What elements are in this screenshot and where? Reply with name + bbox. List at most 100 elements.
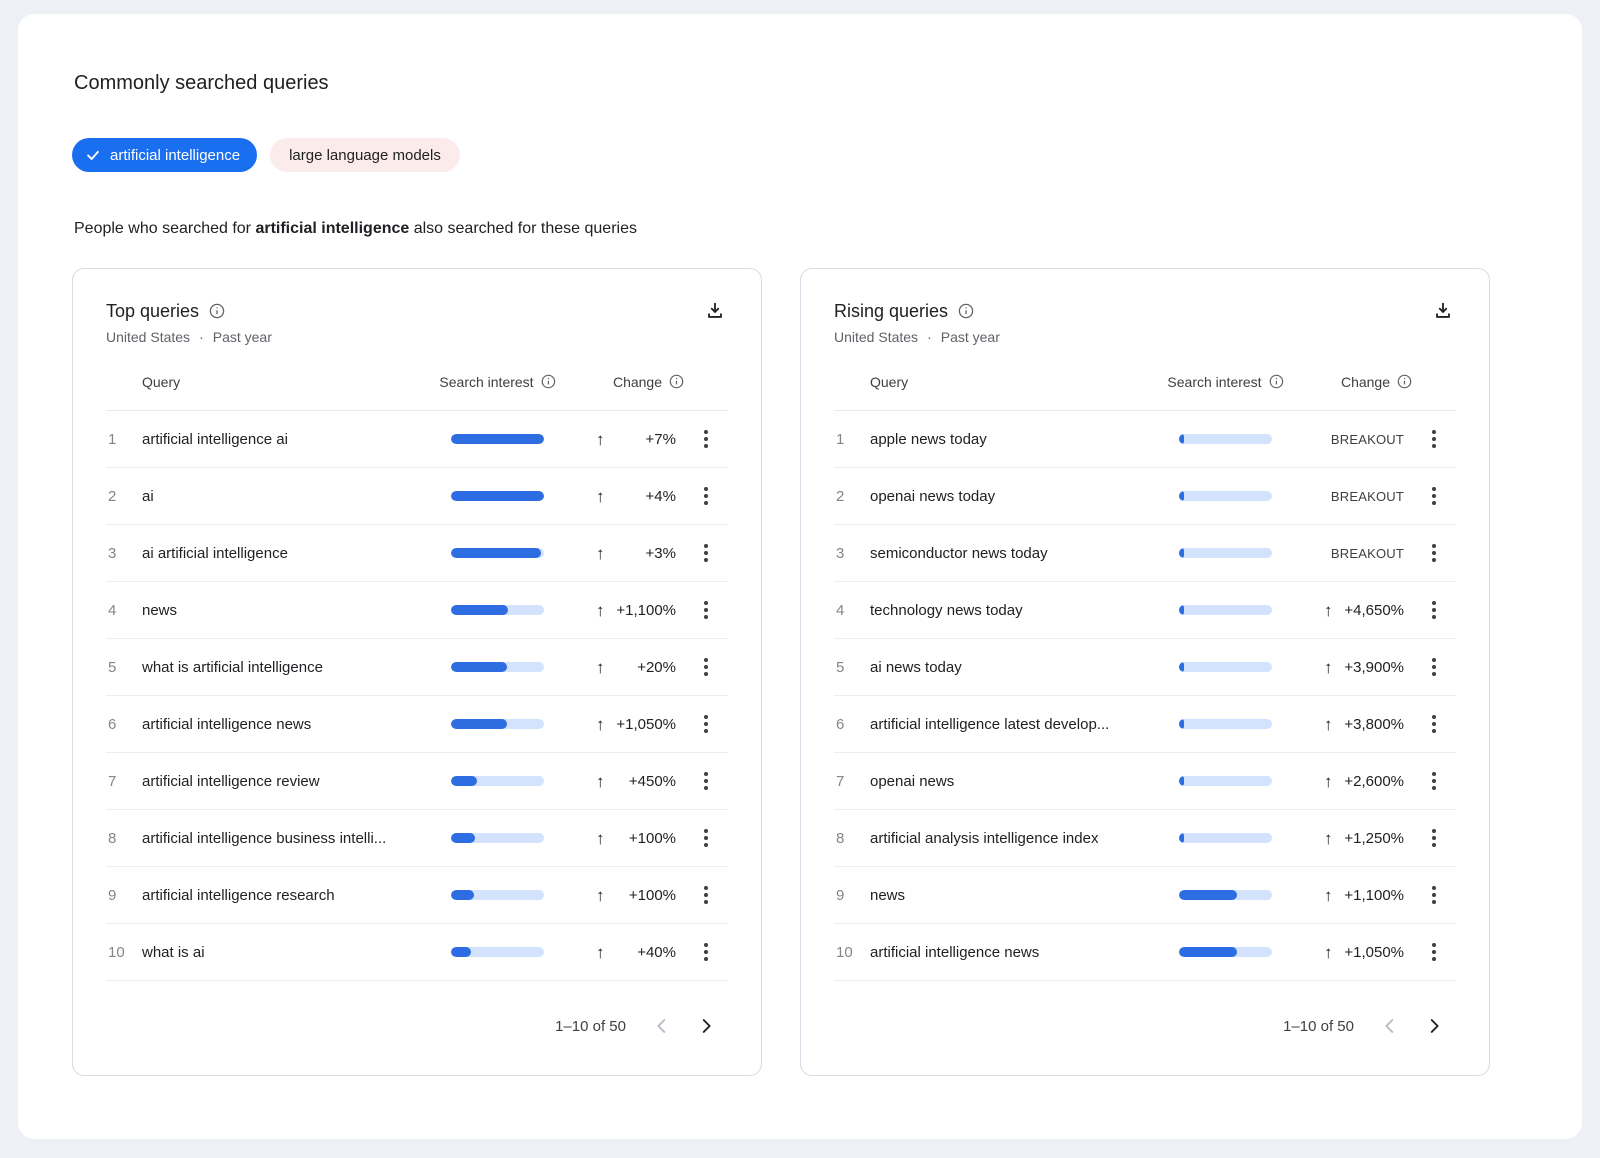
row-change: ↑+3% <box>544 525 684 581</box>
search-interest-bar <box>451 947 544 957</box>
table-row: 3 ai artificial intelligence ↑+3% <box>106 525 728 582</box>
row-menu-button[interactable] <box>686 761 726 801</box>
row-menu-button[interactable] <box>686 875 726 915</box>
row-query[interactable]: ai news today <box>870 659 1179 676</box>
check-icon <box>85 147 101 163</box>
row-menu-button[interactable] <box>686 818 726 858</box>
row-query[interactable]: openai news <box>870 773 1179 790</box>
row-rank: 8 <box>106 830 142 847</box>
table-row: 9 news ↑+1,100% <box>834 867 1456 924</box>
row-change: ↑+100% <box>544 810 684 866</box>
row-change: ↑+4,650% <box>1272 582 1412 638</box>
row-query[interactable]: artificial intelligence latest develop..… <box>870 716 1179 733</box>
chevron-right-icon[interactable] <box>1412 1004 1456 1048</box>
row-rank: 9 <box>106 887 142 904</box>
row-menu-button[interactable] <box>1414 476 1454 516</box>
row-query[interactable]: artificial intelligence review <box>142 773 451 790</box>
search-interest-bar <box>451 662 544 672</box>
row-query[interactable]: apple news today <box>870 431 1179 448</box>
row-query[interactable]: news <box>870 887 1179 904</box>
row-menu-button[interactable] <box>1414 818 1454 858</box>
row-rank: 4 <box>834 602 870 619</box>
chevron-right-icon[interactable] <box>684 1004 728 1048</box>
chevron-left-icon[interactable] <box>640 1004 684 1048</box>
row-menu-button[interactable] <box>1414 761 1454 801</box>
row-change: ↑+2,600% <box>1272 753 1412 809</box>
row-query[interactable]: artificial intelligence business intelli… <box>142 830 451 847</box>
chip-artificial-intelligence[interactable]: artificial intelligence <box>72 138 257 172</box>
row-menu-button[interactable] <box>1414 419 1454 459</box>
content-card: Commonly searched queries artificial int… <box>18 14 1582 1139</box>
table-row: 6 artificial intelligence latest develop… <box>834 696 1456 753</box>
row-query[interactable]: artificial intelligence ai <box>142 431 451 448</box>
chip-large-language-models[interactable]: large language models <box>270 138 460 172</box>
row-change: ↑+1,100% <box>1272 867 1412 923</box>
row-menu-button[interactable] <box>686 647 726 687</box>
row-menu-button[interactable] <box>686 704 726 744</box>
search-interest-bar <box>1179 434 1272 444</box>
row-menu-button[interactable] <box>1414 704 1454 744</box>
row-query[interactable]: ai <box>142 488 451 505</box>
row-query[interactable]: artificial intelligence news <box>870 944 1179 961</box>
row-query[interactable]: openai news today <box>870 488 1179 505</box>
row-rank: 2 <box>106 488 142 505</box>
table-row: 1 artificial intelligence ai ↑+7% <box>106 411 728 468</box>
row-change: ↑+3,900% <box>1272 639 1412 695</box>
row-change: ↑+100% <box>544 867 684 923</box>
row-menu-button[interactable] <box>686 932 726 972</box>
row-rank: 10 <box>834 944 870 961</box>
row-query[interactable]: news <box>142 602 451 619</box>
row-menu-button[interactable] <box>686 533 726 573</box>
column-query: Query <box>142 374 451 390</box>
row-query[interactable]: artificial intelligence news <box>142 716 451 733</box>
row-rank: 9 <box>834 887 870 904</box>
row-rank: 5 <box>834 659 870 676</box>
row-change: ↑BREAKOUT <box>1272 525 1412 581</box>
row-rank: 7 <box>106 773 142 790</box>
table-row: 1 apple news today ↑BREAKOUT <box>834 411 1456 468</box>
info-icon[interactable] <box>541 374 556 389</box>
row-query[interactable]: artificial analysis intelligence index <box>870 830 1179 847</box>
row-query[interactable]: ai artificial intelligence <box>142 545 451 562</box>
row-query[interactable]: what is ai <box>142 944 451 961</box>
info-icon[interactable] <box>1397 374 1412 389</box>
arrow-up-icon: ↑ <box>596 488 605 505</box>
row-rank: 6 <box>106 716 142 733</box>
info-icon[interactable] <box>1269 374 1284 389</box>
chevron-left-icon[interactable] <box>1368 1004 1412 1048</box>
row-menu-button[interactable] <box>1414 590 1454 630</box>
row-rank: 1 <box>834 431 870 448</box>
info-icon[interactable] <box>209 303 225 319</box>
row-query[interactable]: technology news today <box>870 602 1179 619</box>
search-interest-bar <box>451 890 544 900</box>
row-menu-button[interactable] <box>1414 875 1454 915</box>
row-menu-button[interactable] <box>686 476 726 516</box>
info-icon[interactable] <box>669 374 684 389</box>
description-prefix: People who searched for <box>74 220 255 237</box>
row-menu-button[interactable] <box>1414 647 1454 687</box>
table-row: 4 technology news today ↑+4,650% <box>834 582 1456 639</box>
download-icon[interactable] <box>1430 298 1456 324</box>
arrow-up-icon: ↑ <box>1324 830 1333 847</box>
row-menu-button[interactable] <box>686 590 726 630</box>
row-query[interactable]: what is artificial intelligence <box>142 659 451 676</box>
row-query[interactable]: artificial intelligence research <box>142 887 451 904</box>
arrow-up-icon: ↑ <box>1324 944 1333 961</box>
search-interest-bar <box>451 776 544 786</box>
row-menu-button[interactable] <box>686 419 726 459</box>
row-change: ↑BREAKOUT <box>1272 468 1412 524</box>
row-change: ↑+1,100% <box>544 582 684 638</box>
card-title: Rising queries <box>834 299 948 323</box>
arrow-up-icon: ↑ <box>1324 773 1333 790</box>
row-menu-button[interactable] <box>1414 533 1454 573</box>
search-interest-bar <box>1179 719 1272 729</box>
search-interest-bar <box>1179 833 1272 843</box>
row-menu-button[interactable] <box>1414 932 1454 972</box>
table-row: 6 artificial intelligence news ↑+1,050% <box>106 696 728 753</box>
search-interest-bar <box>1179 662 1272 672</box>
card-time-range: Past year <box>941 329 1000 345</box>
download-icon[interactable] <box>702 298 728 324</box>
arrow-up-icon: ↑ <box>596 431 605 448</box>
info-icon[interactable] <box>958 303 974 319</box>
row-query[interactable]: semiconductor news today <box>870 545 1179 562</box>
